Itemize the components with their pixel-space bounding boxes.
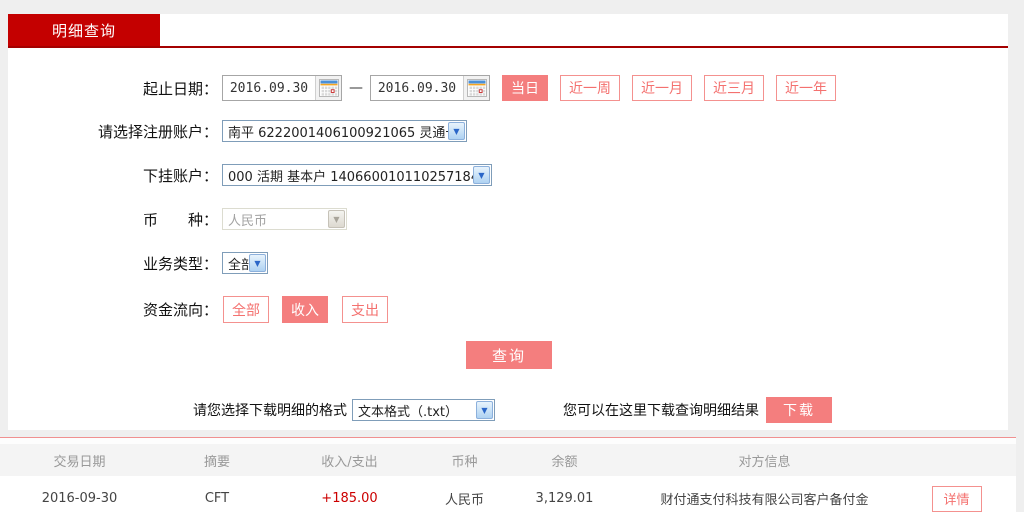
- table-row: 2016-09-30 CFT +185.00 人民币 3,129.01 财付通支…: [0, 476, 1016, 512]
- query-form: 起止日期： 2016.09.30 — 2016.09.30: [8, 48, 1008, 430]
- row-balance: 3,129.01: [497, 491, 632, 506]
- header-balance: 余额: [497, 451, 632, 470]
- chevron-down-icon: ▼: [473, 166, 490, 184]
- fund-flow-income-button[interactable]: 收入: [282, 296, 328, 323]
- currency-label: 币 种：: [8, 209, 218, 230]
- sub-account-label: 下挂账户：: [8, 165, 218, 186]
- tab-detail-query[interactable]: 明细查询: [8, 14, 160, 46]
- date-to-input[interactable]: 2016.09.30: [370, 75, 490, 101]
- chevron-down-icon: ▼: [249, 254, 266, 272]
- row-summary: CFT: [167, 491, 267, 506]
- sub-account-row: 下挂账户： 000 活期 基本户 1406600101102571848 ▼: [8, 164, 1008, 186]
- header-counterparty: 对方信息: [632, 451, 897, 470]
- business-type-value: 全部: [228, 254, 249, 273]
- quick-range-month-button[interactable]: 近一月: [632, 75, 692, 101]
- quick-range-three-months-button[interactable]: 近三月: [704, 75, 764, 101]
- quick-range-week-button[interactable]: 近一周: [560, 75, 620, 101]
- query-button[interactable]: 查询: [466, 341, 552, 369]
- business-type-row: 业务类型： 全部 ▼: [8, 252, 1008, 274]
- date-from-input[interactable]: 2016.09.30: [222, 75, 342, 101]
- header-date: 交易日期: [0, 451, 167, 470]
- results-table: 交易日期 摘要 收入/支出 币种 余额 对方信息 2016-09-30 CFT …: [0, 437, 1016, 512]
- currency-value: 人民币: [228, 210, 328, 229]
- row-currency: 人民币: [432, 489, 497, 508]
- download-format-select[interactable]: 文本格式（.txt） ▼: [352, 399, 495, 421]
- date-from-value: 2016.09.30: [223, 81, 315, 96]
- header-amount: 收入/支出: [267, 451, 432, 470]
- register-account-select[interactable]: 南平 6222001406100921065 灵通卡 ▼: [222, 120, 467, 142]
- download-format-label: 请您选择下载明细的格式: [193, 400, 347, 420]
- fund-flow-label: 资金流向：: [8, 299, 218, 320]
- tab-label: 明细查询: [52, 20, 116, 41]
- register-account-row: 请选择注册账户： 南平 6222001406100921065 灵通卡 ▼: [8, 120, 1008, 142]
- quick-range-year-button[interactable]: 近一年: [776, 75, 836, 101]
- row-amount: +185.00: [267, 491, 432, 506]
- calendar-icon[interactable]: [315, 76, 341, 100]
- calendar-icon[interactable]: [463, 76, 489, 100]
- fund-flow-expense-button[interactable]: 支出: [342, 296, 388, 323]
- date-separator: —: [349, 80, 363, 96]
- business-type-select[interactable]: 全部 ▼: [222, 252, 268, 274]
- quick-range-today-button[interactable]: 当日: [502, 75, 548, 101]
- header-currency: 币种: [432, 451, 497, 470]
- date-to-value: 2016.09.30: [371, 81, 463, 96]
- fund-flow-all-button[interactable]: 全部: [223, 296, 269, 323]
- date-range-row: 起止日期： 2016.09.30 — 2016.09.30: [8, 75, 1008, 101]
- sub-account-select[interactable]: 000 活期 基本户 1406600101102571848 ▼: [222, 164, 492, 186]
- download-row: 请您选择下载明细的格式 文本格式（.txt） ▼ 您可以在这里下载查询明细结果 …: [193, 397, 1008, 423]
- chevron-down-icon: ▼: [476, 401, 493, 419]
- chevron-down-icon: ▼: [448, 122, 465, 140]
- currency-select: 人民币 ▼: [222, 208, 347, 230]
- row-date: 2016-09-30: [0, 491, 167, 506]
- chevron-down-icon: ▼: [328, 210, 345, 228]
- table-header-row: 交易日期 摘要 收入/支出 币种 余额 对方信息: [0, 444, 1016, 476]
- sub-account-value: 000 活期 基本户 1406600101102571848: [228, 166, 473, 185]
- register-account-label: 请选择注册账户：: [8, 121, 218, 142]
- tab-bar: 明细查询: [8, 0, 1008, 48]
- currency-row: 币 种： 人民币 ▼: [8, 208, 1008, 230]
- header-summary: 摘要: [167, 451, 267, 470]
- row-counterparty: 财付通支付科技有限公司客户备付金: [632, 489, 897, 508]
- business-type-label: 业务类型：: [8, 253, 218, 274]
- download-hint: 您可以在这里下载查询明细结果: [563, 400, 759, 420]
- download-button[interactable]: 下载: [766, 397, 832, 423]
- detail-button[interactable]: 详情: [932, 486, 982, 512]
- date-range-label: 起止日期：: [8, 78, 218, 99]
- register-account-value: 南平 6222001406100921065 灵通卡: [228, 122, 448, 141]
- download-format-value: 文本格式（.txt）: [358, 401, 476, 420]
- fund-flow-row: 资金流向： 全部 收入 支出: [8, 296, 1008, 323]
